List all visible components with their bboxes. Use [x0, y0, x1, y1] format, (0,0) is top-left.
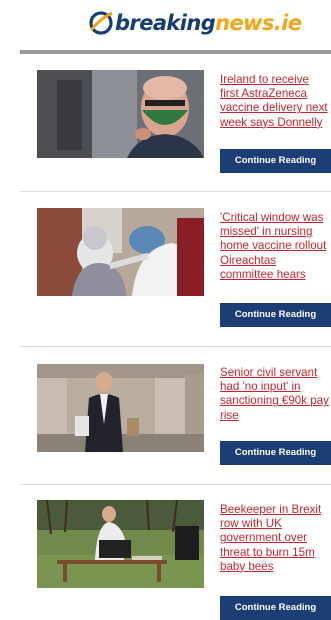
article-headline-link[interactable]: 'Critical window was missed' in nursing … [220, 211, 331, 282]
continue-reading-button[interactable]: Continue Reading [220, 303, 331, 327]
article-thumbnail[interactable] [37, 500, 204, 588]
vaccination-photo-icon [37, 208, 204, 296]
logo-swoosh-icon [89, 11, 113, 35]
article-headline-link[interactable]: Beekeeper in Brexit row with UK governme… [220, 503, 331, 574]
article-thumbnail[interactable] [37, 208, 204, 296]
continue-reading-button[interactable]: Continue Reading [220, 149, 331, 173]
continue-reading-button[interactable]: Continue Reading [220, 441, 331, 465]
beekeeper-photo-icon [37, 500, 204, 588]
header-divider [20, 50, 331, 54]
continue-reading-button[interactable]: Continue Reading [220, 596, 331, 620]
article-divider [20, 346, 331, 347]
article-divider [20, 191, 331, 192]
article-thumbnail[interactable] [37, 70, 204, 158]
logo-wordmark: breakingnews.ie [115, 11, 302, 35]
civil-servant-photo-icon [37, 364, 204, 452]
article-thumbnail[interactable] [37, 364, 204, 452]
breakingnews-logo[interactable]: breakingnews.ie [88, 8, 302, 38]
article-headline-link[interactable]: Ireland to receive first AstraZeneca vac… [220, 73, 331, 130]
article-divider [20, 484, 331, 485]
masked-man-photo-icon [37, 70, 204, 158]
article-headline-link[interactable]: Senior civil servant had 'no input' in s… [220, 366, 331, 423]
site-header: breakingnews.ie [0, 0, 331, 48]
